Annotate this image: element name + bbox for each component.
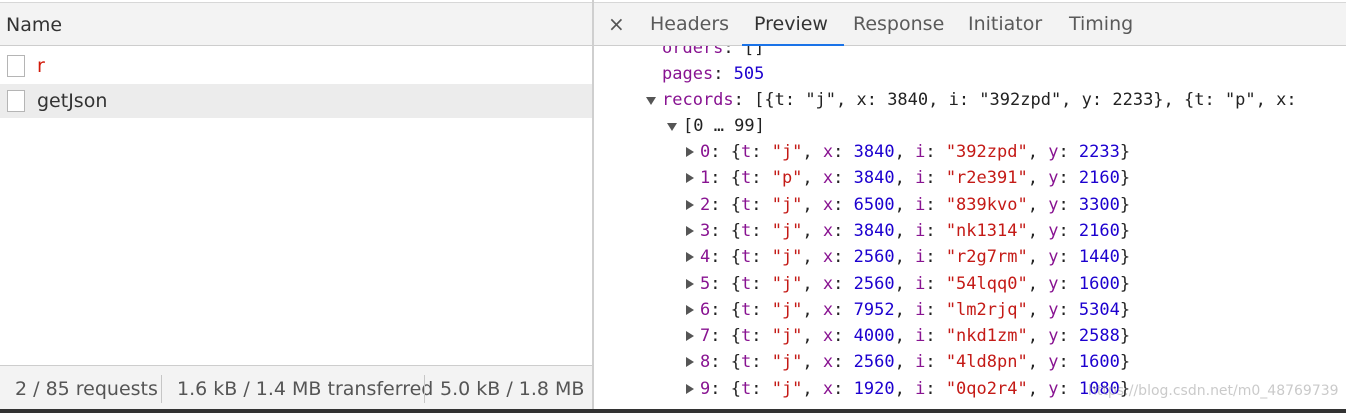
expand-triangle-icon[interactable] xyxy=(686,357,694,368)
expand-triangle-icon[interactable] xyxy=(686,383,694,394)
request-name: r xyxy=(37,55,45,77)
records-property[interactable]: records: [{t: "j", x: 3840, i: "392zpd",… xyxy=(662,87,1297,113)
collapse-triangle-icon[interactable] xyxy=(646,97,656,105)
record-entry[interactable]: 1: {t: "p", x: 3840, i: "r2e391", y: 216… xyxy=(700,165,1130,191)
tab-timing[interactable]: Timing xyxy=(1069,3,1133,45)
expand-triangle-icon[interactable] xyxy=(686,199,694,210)
file-icon xyxy=(7,55,25,77)
request-row-r[interactable]: r xyxy=(0,49,592,83)
pages-property: pages: 505 xyxy=(662,64,765,84)
record-entry[interactable]: 9: {t: "j", x: 1920, i: "0qo2r4", y: 108… xyxy=(700,376,1130,402)
record-entry[interactable]: 3: {t: "j", x: 3840, i: "nk1314", y: 216… xyxy=(700,218,1130,244)
record-entry[interactable]: 8: {t: "j", x: 2560, i: "4ld8pn", y: 160… xyxy=(700,349,1130,375)
expand-triangle-icon[interactable] xyxy=(686,173,694,184)
json-preview: orders: [] pages: 505 records: [{t: "j",… xyxy=(594,46,1346,409)
network-request-list: Name r getJson 2 / 85 requests 1.6 kB / … xyxy=(0,0,592,413)
request-row-getjson[interactable]: getJson xyxy=(0,84,592,118)
record-entry[interactable]: 0: {t: "j", x: 3840, i: "392zpd", y: 223… xyxy=(700,139,1130,165)
expand-triangle-icon[interactable] xyxy=(686,331,694,342)
expand-triangle-icon[interactable] xyxy=(686,225,694,236)
resources-size: 5.0 kB / 1.8 MB re xyxy=(440,378,592,400)
network-status-bar: 2 / 85 requests 1.6 kB / 1.4 MB transfer… xyxy=(0,365,592,413)
status-divider xyxy=(161,375,162,403)
tab-initiator[interactable]: Initiator xyxy=(968,3,1042,45)
request-details-pane: × Headers Preview Response Initiator Tim… xyxy=(594,0,1346,409)
record-entry[interactable]: 2: {t: "j", x: 6500, i: "839kvo", y: 330… xyxy=(700,192,1130,218)
taskbar-edge xyxy=(0,409,1346,413)
expand-triangle-icon[interactable] xyxy=(686,304,694,315)
orders-property: orders: [] xyxy=(662,46,765,58)
expand-triangle-icon[interactable] xyxy=(686,278,694,289)
record-entry[interactable]: 6: {t: "j", x: 7952, i: "lm2rjq", y: 530… xyxy=(700,297,1130,323)
requests-count: 2 / 85 requests xyxy=(15,378,158,400)
expand-triangle-icon[interactable] xyxy=(686,252,694,263)
name-column-header[interactable]: Name xyxy=(0,2,592,46)
collapse-triangle-icon[interactable] xyxy=(667,123,677,131)
tab-headers[interactable]: Headers xyxy=(650,3,729,45)
record-entry[interactable]: 5: {t: "j", x: 2560, i: "54lqq0", y: 160… xyxy=(700,271,1130,297)
tab-preview[interactable]: Preview xyxy=(742,3,844,46)
tab-response[interactable]: Response xyxy=(853,3,944,45)
expand-triangle-icon[interactable] xyxy=(686,147,694,157)
details-tabbar: × Headers Preview Response Initiator Tim… xyxy=(594,2,1346,46)
transferred-size: 1.6 kB / 1.4 MB transferred xyxy=(177,378,434,400)
record-entry[interactable]: 4: {t: "j", x: 2560, i: "r2g7rm", y: 144… xyxy=(700,244,1130,270)
file-icon xyxy=(7,90,25,112)
records-range-group[interactable]: [0 … 99] xyxy=(683,113,765,139)
watermark: https://blog.csdn.net/m0_48769739 xyxy=(1088,383,1339,399)
record-entry[interactable]: 7: {t: "j", x: 4000, i: "nkd1zm", y: 258… xyxy=(700,323,1130,349)
status-divider xyxy=(424,375,425,403)
close-icon[interactable]: × xyxy=(608,3,625,45)
request-name: getJson xyxy=(37,90,108,112)
